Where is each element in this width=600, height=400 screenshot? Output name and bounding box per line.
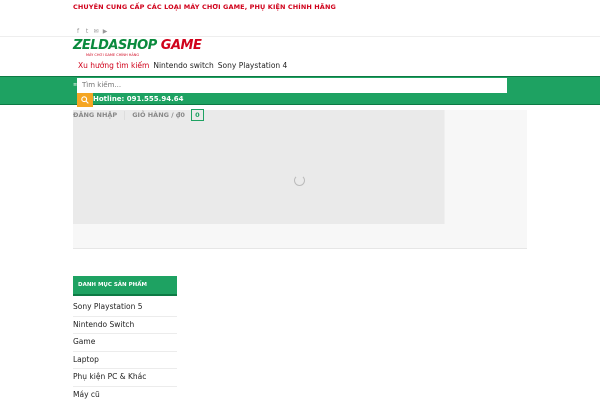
banner-slider[interactable] xyxy=(73,110,445,224)
loading-spinner-icon xyxy=(294,175,305,186)
login-link[interactable]: ĐĂNG NHẬP xyxy=(73,111,117,119)
category-list: Sony Playstation 5 Nintendo Switch Game … xyxy=(73,299,177,400)
logo-part-2: GAME xyxy=(156,38,202,53)
category-item-laptop[interactable]: Laptop xyxy=(73,352,177,369)
logo-part-1: ZELDASHOP xyxy=(73,38,157,53)
category-item-switch[interactable]: Nintendo Switch xyxy=(73,317,177,334)
logo-tagline: MÁY CHƠI GAME CHÍNH HÃNG xyxy=(86,53,140,57)
cart-count-badge[interactable]: 0 xyxy=(190,109,204,121)
hotline-text[interactable]: Hotline: 091.555.94.64 xyxy=(93,95,183,103)
youtube-icon[interactable]: ▶ xyxy=(102,28,108,35)
trending-link-nintendo[interactable]: Nintendo switch xyxy=(153,61,213,70)
site-logo[interactable]: ZELDASHOP GAME MÁY CHƠI GAME CHÍNH HÃNG xyxy=(73,38,202,58)
trending-link-ps4[interactable]: Sony Playstation 4 xyxy=(218,61,288,70)
category-title: DANH MỤC SẢN PHẨM xyxy=(78,282,147,288)
trending-label: Xu hướng tìm kiếm xyxy=(78,61,150,70)
social-links: f t ✉ ▶ xyxy=(75,28,108,35)
category-item-ps5[interactable]: Sony Playstation 5 xyxy=(73,299,177,317)
header-divider xyxy=(0,36,600,37)
category-item-pc-accessories[interactable]: Phụ kiện PC & Khác xyxy=(73,369,177,387)
twitter-icon[interactable]: t xyxy=(84,28,90,35)
facebook-icon[interactable]: f xyxy=(75,28,81,35)
account-divider xyxy=(124,110,126,120)
search-input[interactable] xyxy=(77,78,507,93)
search-icon xyxy=(81,96,89,104)
cart-link[interactable]: GIỎ HÀNG / ₫0 xyxy=(132,111,185,119)
trending-searches: Xu hướng tìm kiếm Nintendo switch Sony P… xyxy=(73,61,287,70)
search-button[interactable] xyxy=(77,93,93,107)
email-icon[interactable]: ✉ xyxy=(93,28,99,35)
top-bar: CHUYÊN CUNG CẤP CÁC LOẠI MÁY CHƠI GAME, … xyxy=(0,0,600,22)
category-item-game[interactable]: Game xyxy=(73,334,177,352)
logo-text: ZELDASHOP GAME xyxy=(73,38,202,53)
category-item-used[interactable]: Máy cũ xyxy=(73,387,177,400)
account-bar: ĐĂNG NHẬP GIỎ HÀNG / ₫0 0 xyxy=(73,109,204,121)
category-header: DANH MỤC SẢN PHẨM xyxy=(73,276,177,296)
top-bar-text: CHUYÊN CUNG CẤP CÁC LOẠI MÁY CHƠI GAME, … xyxy=(73,3,336,11)
